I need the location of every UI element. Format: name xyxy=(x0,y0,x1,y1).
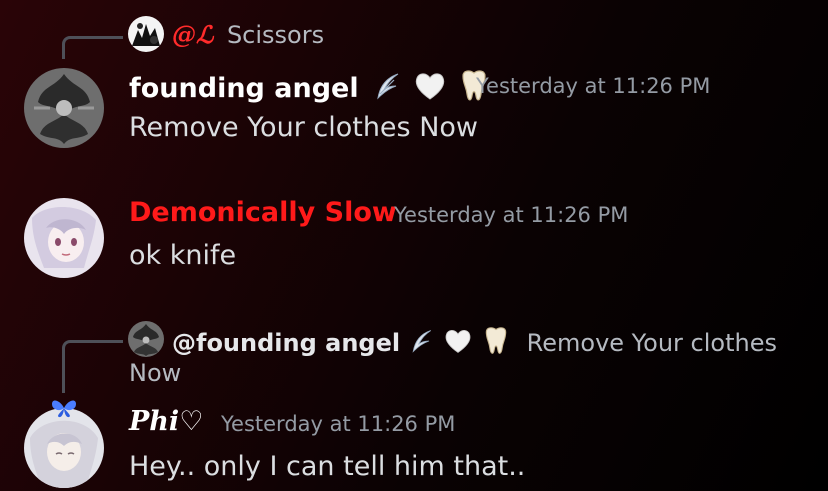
reply-mention[interactable]: @ℒ xyxy=(172,20,213,49)
tooth-icon xyxy=(481,325,511,363)
username-text[interactable]: founding angel xyxy=(129,73,359,104)
timestamp[interactable]: Yesterday at 11:26 PM xyxy=(476,74,710,98)
timestamp[interactable]: Yesterday at 11:26 PM xyxy=(394,203,628,227)
reply-connector xyxy=(62,340,123,393)
avatar[interactable] xyxy=(24,68,104,148)
username[interactable]: founding angel xyxy=(129,68,491,111)
username-text[interactable]: Demonically Slow xyxy=(129,197,397,228)
timestamp[interactable]: Yesterday at 11:26 PM xyxy=(221,412,455,436)
reply-avatar[interactable] xyxy=(128,16,164,52)
reply-snippet: Remove Your clothes xyxy=(526,329,777,357)
reply-preview[interactable]: @founding angel Remove Your clothes xyxy=(172,325,777,363)
message-content: Hey.. only I can tell him that.. xyxy=(129,451,526,482)
reply-connector xyxy=(62,36,123,59)
username[interactable]: Demonically Slow xyxy=(129,197,397,228)
reply-snippet-continued[interactable]: Now xyxy=(129,359,181,387)
avatar[interactable] xyxy=(24,198,104,278)
reply-mention[interactable]: @founding angel xyxy=(172,329,400,357)
message-content: Remove Your clothes Now xyxy=(129,112,478,143)
reply-avatar[interactable] xyxy=(128,321,164,357)
feather-icon xyxy=(408,327,436,361)
reply-snippet: Scissors xyxy=(226,21,325,49)
butterfly-icon xyxy=(50,398,78,422)
username-text[interactable]: Phi♡ xyxy=(129,406,203,437)
white-heart-icon xyxy=(413,70,447,109)
username[interactable]: Phi♡ xyxy=(129,406,203,437)
reply-preview[interactable]: @ℒ Scissors xyxy=(172,20,324,49)
feather-icon xyxy=(372,70,404,109)
white-heart-icon xyxy=(443,327,473,361)
message-content: ok knife xyxy=(129,240,237,271)
